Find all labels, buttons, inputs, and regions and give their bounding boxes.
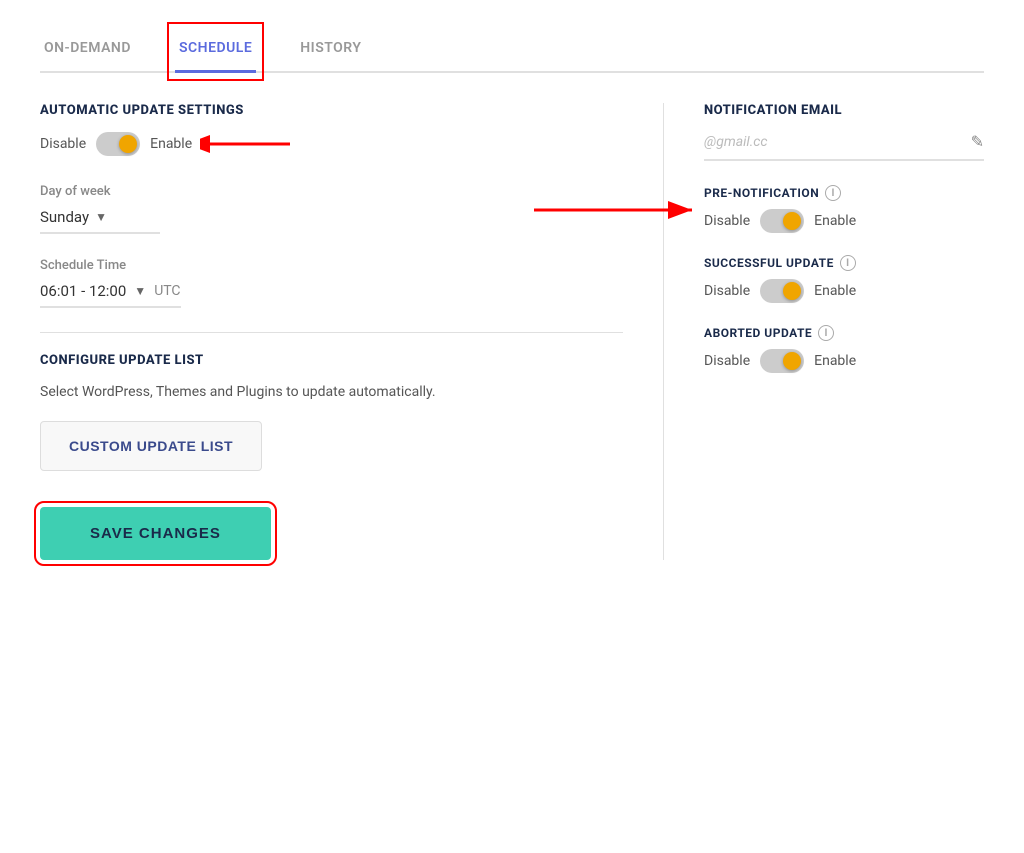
auto-update-toggle[interactable] (96, 132, 140, 156)
pre-notif-enable-label: Enable (814, 213, 856, 229)
aborted-update-toggle[interactable] (760, 349, 804, 373)
successful-update-heading: SUCCESSFUL UPDATE i (704, 255, 984, 271)
schedule-time-select[interactable]: 06:01 - 12:00 ▼ UTC (40, 282, 181, 308)
successful-enable-label: Enable (814, 283, 856, 299)
auto-update-heading: AUTOMATIC UPDATE SETTINGS (40, 103, 623, 118)
arrow-enable-annotation (200, 129, 300, 159)
left-panel: AUTOMATIC UPDATE SETTINGS Disable Enable… (40, 103, 664, 560)
tabs-container: ON-DEMAND SCHEDULE HISTORY (40, 30, 984, 73)
save-changes-button[interactable]: SAVE CHANGES (40, 507, 271, 560)
successful-update-section: SUCCESSFUL UPDATE i Disable Enable (704, 255, 984, 303)
auto-update-toggle-area: Disable Enable (40, 132, 623, 156)
schedule-time-label: Schedule Time (40, 258, 623, 273)
arrow-pre-notif-annotation (524, 195, 704, 225)
timezone-label: UTC (154, 283, 180, 299)
aborted-update-toggle-row: Disable Enable (704, 349, 984, 373)
aborted-update-section: ABORTED UPDATE i Disable Enable (704, 325, 984, 373)
auto-update-enable-label: Enable (150, 136, 192, 152)
custom-update-list-button[interactable]: CUSTOM UPDATE LIST (40, 421, 262, 471)
pre-notif-disable-label: Disable (704, 213, 750, 229)
day-of-week-select[interactable]: Sunday ▼ (40, 208, 160, 234)
email-value: @gmail.cc (704, 134, 961, 150)
auto-update-disable-label: Disable (40, 136, 86, 152)
successful-update-toggle[interactable] (760, 279, 804, 303)
aborted-enable-label: Enable (814, 353, 856, 369)
time-chevron-icon: ▼ (134, 284, 146, 298)
aborted-update-info-icon[interactable]: i (818, 325, 834, 341)
configure-section: CONFIGURE UPDATE LIST Select WordPress, … (40, 353, 623, 471)
notification-email-heading: NOTIFICATION EMAIL (704, 103, 984, 118)
tab-on-demand[interactable]: ON-DEMAND (40, 30, 135, 71)
toggle-thumb (119, 135, 137, 153)
save-btn-container: SAVE CHANGES (40, 507, 623, 560)
day-of-week-value: Sunday (40, 208, 89, 226)
tab-schedule[interactable]: SCHEDULE (175, 30, 256, 73)
pre-notification-toggle-row: Disable Enable (704, 209, 984, 233)
pre-notification-toggle[interactable] (760, 209, 804, 233)
configure-heading: CONFIGURE UPDATE LIST (40, 353, 623, 368)
main-content: AUTOMATIC UPDATE SETTINGS Disable Enable… (40, 103, 984, 560)
successful-disable-label: Disable (704, 283, 750, 299)
schedule-time-group: Schedule Time 06:01 - 12:00 ▼ UTC (40, 258, 623, 308)
pre-notification-heading: PRE-NOTIFICATION i (704, 185, 984, 201)
divider-1 (40, 332, 623, 333)
aborted-update-heading: ABORTED UPDATE i (704, 325, 984, 341)
email-row: @gmail.cc ✎ (704, 132, 984, 161)
aborted-disable-label: Disable (704, 353, 750, 369)
tab-history[interactable]: HISTORY (296, 30, 365, 71)
schedule-time-value: 06:01 - 12:00 (40, 282, 126, 300)
successful-update-toggle-row: Disable Enable (704, 279, 984, 303)
edit-email-icon[interactable]: ✎ (971, 132, 984, 151)
pre-notification-section: PRE-NOTIFICATION i Disable Enable (704, 185, 984, 233)
configure-description: Select WordPress, Themes and Plugins to … (40, 382, 623, 403)
successful-update-info-icon[interactable]: i (840, 255, 856, 271)
chevron-down-icon: ▼ (95, 210, 107, 224)
right-panel: NOTIFICATION EMAIL @gmail.cc ✎ PRE-NOTIF… (664, 103, 984, 560)
pre-notification-info-icon[interactable]: i (825, 185, 841, 201)
